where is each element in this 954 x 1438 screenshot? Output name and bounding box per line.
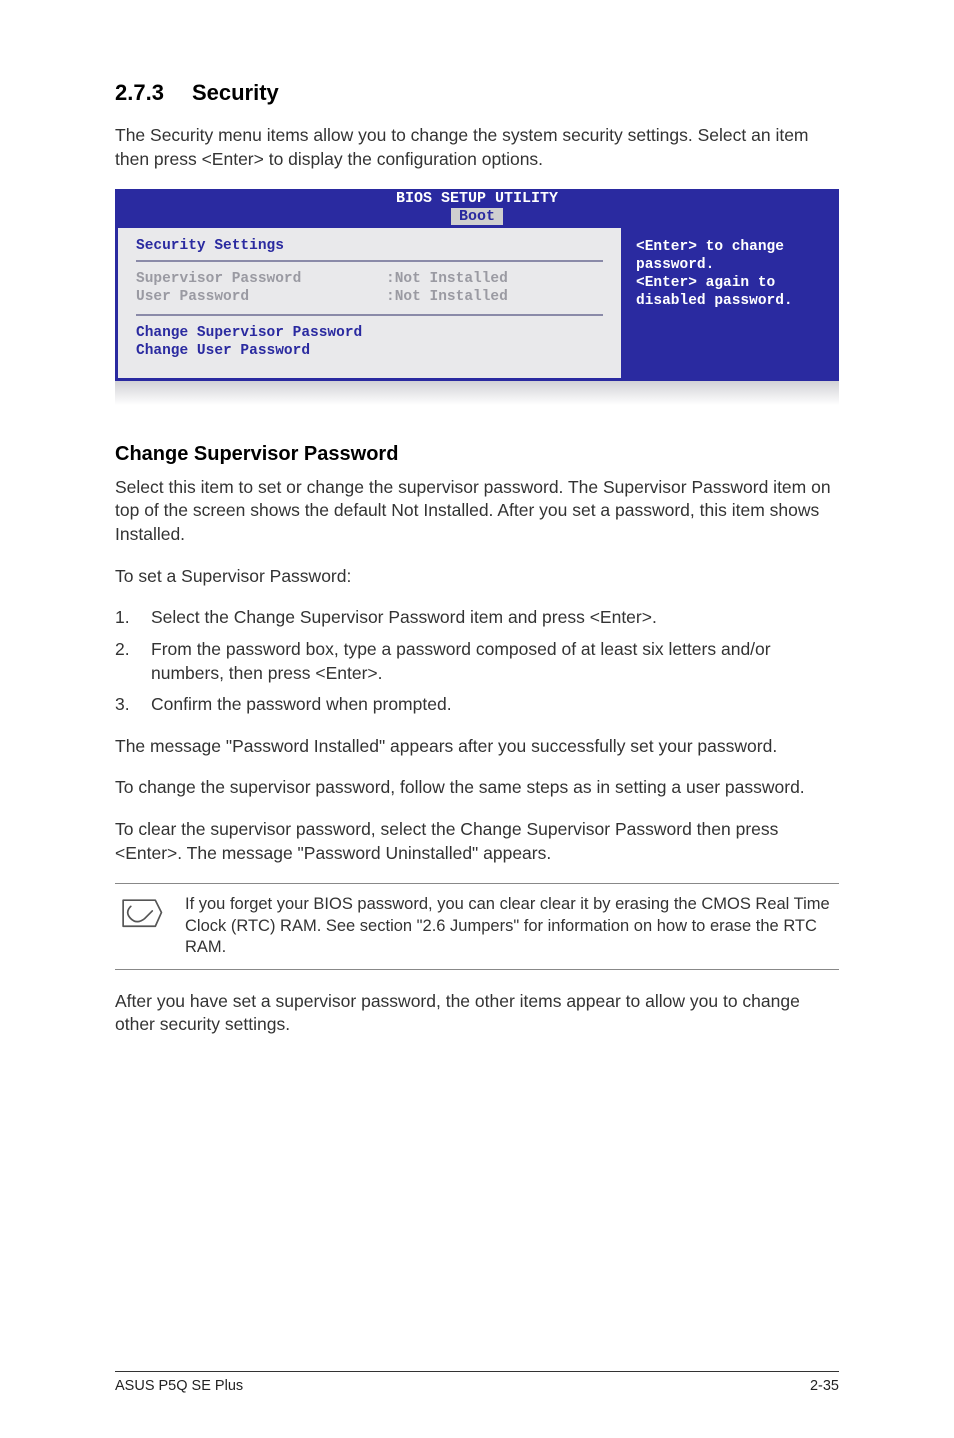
bios-status-row: User Password :Not Installed <box>136 288 603 306</box>
steps-list: 1.Select the Change Supervisor Password … <box>115 606 839 717</box>
step-text: Select the Change Supervisor Password it… <box>151 606 839 630</box>
paragraph: To clear the supervisor password, select… <box>115 818 839 865</box>
subsection-heading: Change Supervisor Password <box>115 443 839 466</box>
page-footer: ASUS P5Q SE Plus 2-35 <box>115 1371 839 1394</box>
bios-left-panel: Security Settings Supervisor Password :N… <box>115 225 621 381</box>
intro-paragraph: The Security menu items allow you to cha… <box>115 124 839 171</box>
paragraph: The message "Password Installed" appears… <box>115 735 839 759</box>
bios-tab-boot: Boot <box>451 208 503 225</box>
bios-status-row: Supervisor Password :Not Installed <box>136 270 603 288</box>
list-item: 3.Confirm the password when prompted. <box>115 693 839 717</box>
bios-status-block: Supervisor Password :Not Installed User … <box>136 270 603 316</box>
bios-status-label: User Password <box>136 289 386 305</box>
bios-panel-title: Security Settings <box>136 238 603 262</box>
step-number: 1. <box>115 606 151 630</box>
bios-help-line: <Enter> to change <box>636 238 824 256</box>
bios-help-line: disabled password. <box>636 292 824 310</box>
note-inner: If you forget your BIOS password, you ca… <box>115 884 839 968</box>
note-box: If you forget your BIOS password, you ca… <box>115 883 839 969</box>
section-title: Security <box>192 80 279 105</box>
bios-help-line: password. <box>636 256 824 274</box>
footer-left: ASUS P5Q SE Plus <box>115 1378 243 1394</box>
paperclip-note-icon <box>117 894 163 934</box>
bios-action-change-user: Change User Password <box>136 342 603 360</box>
step-number: 2. <box>115 638 151 685</box>
bios-fade <box>115 379 839 405</box>
bios-screenshot: BIOS SETUP UTILITY Boot Security Setting… <box>115 189 839 405</box>
bios-titlebar: BIOS SETUP UTILITY Boot <box>115 189 839 225</box>
section-heading: 2.7.3 Security <box>115 80 839 106</box>
bios-help-line: <Enter> again to <box>636 274 824 292</box>
bios-title: BIOS SETUP UTILITY <box>396 190 558 207</box>
bios-action-change-supervisor: Change Supervisor Password <box>136 324 603 342</box>
step-text: From the password box, type a password c… <box>151 638 839 685</box>
footer-right: 2-35 <box>810 1378 839 1394</box>
list-item: 2.From the password box, type a password… <box>115 638 839 685</box>
step-text: Confirm the password when prompted. <box>151 693 839 717</box>
bios-status-value: :Not Installed <box>386 289 603 305</box>
bios-body: Security Settings Supervisor Password :N… <box>115 225 839 381</box>
section-number: 2.7.3 <box>115 80 164 106</box>
note-text: If you forget your BIOS password, you ca… <box>185 894 839 958</box>
bios-status-value: :Not Installed <box>386 271 603 287</box>
bios-status-label: Supervisor Password <box>136 271 386 287</box>
paragraph: Select this item to set or change the su… <box>115 476 839 547</box>
list-item: 1.Select the Change Supervisor Password … <box>115 606 839 630</box>
divider <box>115 969 839 970</box>
bios-help-panel: <Enter> to change password. <Enter> agai… <box>621 225 839 381</box>
paragraph: After you have set a supervisor password… <box>115 990 839 1037</box>
step-number: 3. <box>115 693 151 717</box>
note-icon <box>115 894 165 934</box>
paragraph: To change the supervisor password, follo… <box>115 776 839 800</box>
paragraph: To set a Supervisor Password: <box>115 565 839 589</box>
